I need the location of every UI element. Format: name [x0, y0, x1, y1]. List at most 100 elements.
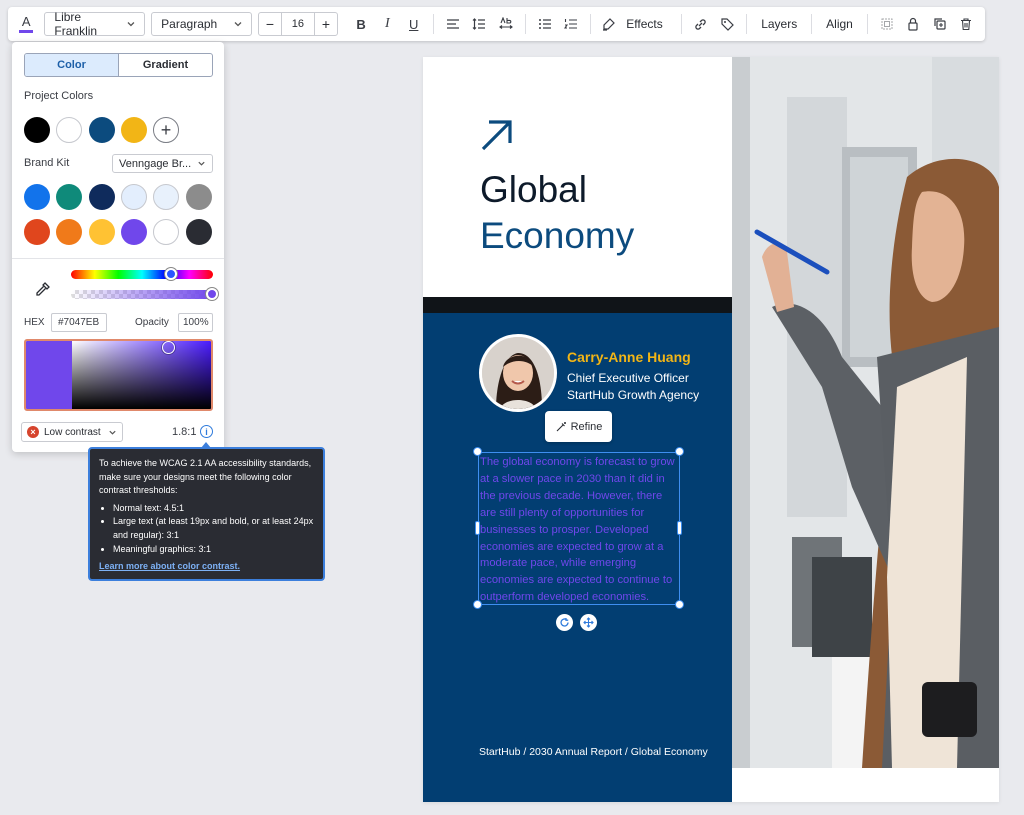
resize-handle-top-right[interactable]: [675, 447, 684, 456]
effects-brush-icon: [603, 17, 616, 31]
effects-button[interactable]: Effects: [597, 11, 674, 37]
brand-kit-label: Brand Kit: [24, 157, 70, 169]
lock-button[interactable]: [900, 11, 926, 37]
text-style-dropdown[interactable]: Paragraph: [151, 12, 252, 36]
resize-handle-right[interactable]: [677, 521, 682, 535]
brand-color-swatch[interactable]: [89, 184, 115, 210]
chevron-down-icon: [127, 22, 135, 27]
eyedropper-button[interactable]: [34, 280, 52, 298]
delete-button[interactable]: [953, 11, 979, 37]
brand-color-swatch[interactable]: [24, 184, 50, 210]
group-button[interactable]: [874, 11, 900, 37]
opacity-value: 100: [183, 317, 200, 328]
toolbar-divider: [680, 14, 682, 34]
project-color-swatch[interactable]: [121, 117, 147, 143]
project-color-swatch[interactable]: [24, 117, 50, 143]
person-name[interactable]: Carry-Anne Huang: [567, 349, 691, 365]
refine-label: Refine: [570, 420, 603, 433]
tag-icon: [721, 17, 734, 31]
presenter-photo[interactable]: [732, 57, 999, 768]
page-footer[interactable]: StartHub / 2030 Annual Report / Global E…: [479, 746, 708, 758]
align-button[interactable]: Align: [818, 17, 861, 31]
toolbar-divider: [432, 14, 434, 34]
link-button[interactable]: [688, 11, 714, 37]
opacity-slider-handle[interactable]: [206, 288, 218, 300]
bulleted-list-button[interactable]: [532, 11, 558, 37]
contrast-status-label: Low contrast: [44, 426, 101, 438]
hue-slider-handle[interactable]: [165, 268, 177, 280]
saturation-area[interactable]: [72, 341, 211, 409]
bold-button[interactable]: B: [348, 11, 374, 37]
color-picker-panel: Color Gradient Project Colors + Brand Ki…: [12, 42, 224, 452]
person-organization[interactable]: StartHub Growth Agency: [567, 388, 699, 402]
refine-button[interactable]: Refine: [545, 411, 612, 442]
duplicate-button[interactable]: [926, 11, 952, 37]
brand-color-swatch[interactable]: [56, 184, 82, 210]
page-title-line1[interactable]: Global: [480, 169, 587, 211]
project-color-swatch[interactable]: [56, 117, 82, 143]
design-page: Global Economy Carry-Anne Huang Chief Ex…: [423, 57, 999, 802]
saturation-picker[interactable]: [24, 339, 213, 411]
tab-color[interactable]: Color: [25, 54, 119, 76]
project-color-swatch[interactable]: [89, 117, 115, 143]
rotate-handle[interactable]: [556, 614, 573, 631]
brand-color-swatch[interactable]: [186, 219, 212, 245]
contrast-ratio: 1.8:1: [172, 426, 197, 438]
text-color-icon: A: [21, 13, 31, 29]
resize-handle-bottom-left[interactable]: [473, 600, 482, 609]
avatar[interactable]: [479, 334, 557, 412]
chevron-down-icon: [109, 430, 116, 435]
brand-color-swatch[interactable]: [153, 219, 179, 245]
italic-button[interactable]: I: [374, 11, 400, 37]
hue-slider[interactable]: [71, 270, 213, 279]
brand-color-swatch[interactable]: [186, 184, 212, 210]
panel-divider: [12, 258, 224, 259]
hex-input[interactable]: #7047EB: [51, 313, 107, 332]
brand-color-swatch[interactable]: [89, 219, 115, 245]
decrease-font-size-button[interactable]: −: [259, 13, 281, 35]
rotate-icon: [560, 618, 569, 627]
underline-button[interactable]: U: [401, 11, 427, 37]
text-align-button[interactable]: [440, 11, 466, 37]
opacity-unit: %: [199, 317, 209, 328]
arrow-up-right-icon[interactable]: [480, 119, 513, 152]
saturation-picker-handle[interactable]: [162, 341, 175, 354]
selection-frame[interactable]: [478, 452, 680, 605]
text-style-value: Paragraph: [161, 17, 218, 31]
person-role[interactable]: Chief Executive Officer: [567, 371, 689, 385]
opacity-slider[interactable]: [71, 290, 213, 299]
move-handle[interactable]: [580, 614, 597, 631]
black-divider-bar[interactable]: [423, 297, 732, 313]
resize-handle-top-left[interactable]: [473, 447, 482, 456]
increase-font-size-button[interactable]: +: [315, 13, 337, 35]
page-title-line2[interactable]: Economy: [480, 215, 634, 257]
font-size-input[interactable]: 16: [280, 13, 315, 35]
numbered-list-button[interactable]: [558, 11, 584, 37]
tag-button[interactable]: [714, 11, 740, 37]
chevron-down-icon: [234, 22, 242, 27]
brand-color-swatch[interactable]: [24, 219, 50, 245]
font-family-dropdown[interactable]: Libre Franklin: [44, 10, 146, 38]
text-color-button[interactable]: A: [14, 11, 38, 37]
add-color-button[interactable]: +: [153, 117, 179, 143]
avatar-illustration: [482, 337, 554, 409]
lock-icon: [908, 17, 918, 31]
tab-gradient[interactable]: Gradient: [119, 54, 212, 76]
brand-color-swatch[interactable]: [121, 219, 147, 245]
layers-button[interactable]: Layers: [753, 17, 805, 31]
brand-color-swatch[interactable]: [56, 219, 82, 245]
brand-color-swatch[interactable]: [153, 184, 179, 210]
move-icon: [583, 617, 594, 628]
letter-spacing-button[interactable]: [492, 11, 518, 37]
resize-handle-left[interactable]: [475, 521, 480, 535]
learn-more-link[interactable]: Learn more about color contrast.: [99, 560, 314, 574]
line-height-button[interactable]: [466, 11, 492, 37]
contrast-status-dropdown[interactable]: × Low contrast: [21, 422, 123, 442]
info-icon[interactable]: i: [200, 425, 213, 438]
brand-kit-dropdown[interactable]: Venngage Br...: [112, 154, 213, 173]
brand-color-swatch[interactable]: [121, 184, 147, 210]
brand-kit-value: Venngage Br...: [119, 157, 192, 170]
eyedropper-icon: [36, 282, 50, 296]
resize-handle-bottom-right[interactable]: [675, 600, 684, 609]
opacity-input[interactable]: 100 %: [178, 313, 213, 332]
